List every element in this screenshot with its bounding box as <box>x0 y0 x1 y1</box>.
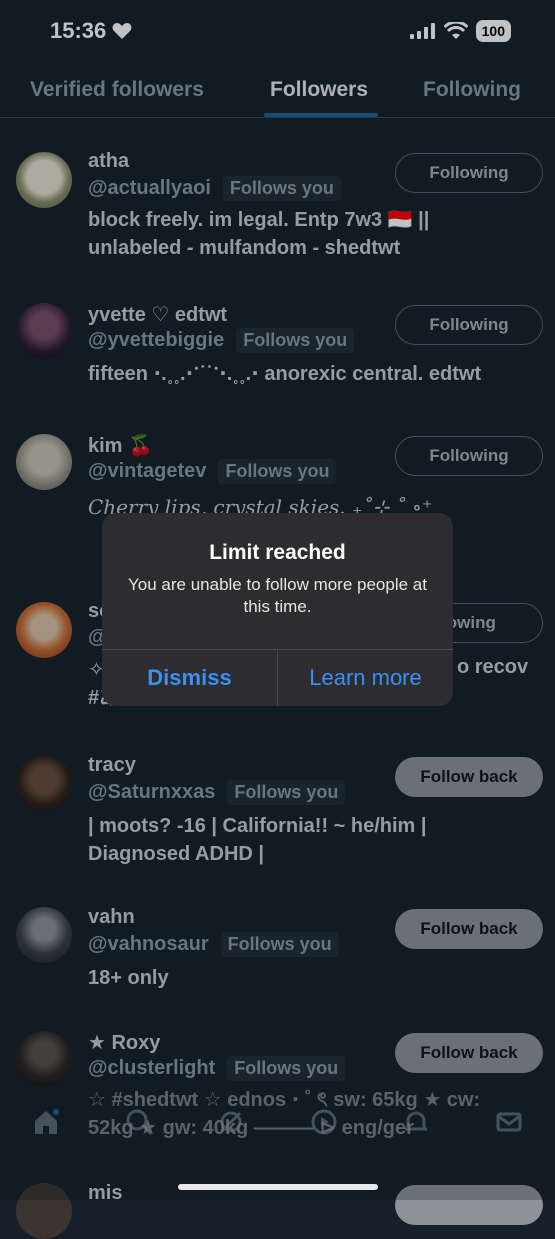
learn-more-button[interactable]: Learn more <box>278 650 453 706</box>
dismiss-button[interactable]: Dismiss <box>102 650 277 706</box>
limit-reached-alert: Limit reached You are unable to follow m… <box>102 513 453 706</box>
alert-title: Limit reached <box>209 541 346 564</box>
home-indicator[interactable] <box>178 1184 378 1190</box>
alert-message: You are unable to follow more people at … <box>128 575 427 616</box>
